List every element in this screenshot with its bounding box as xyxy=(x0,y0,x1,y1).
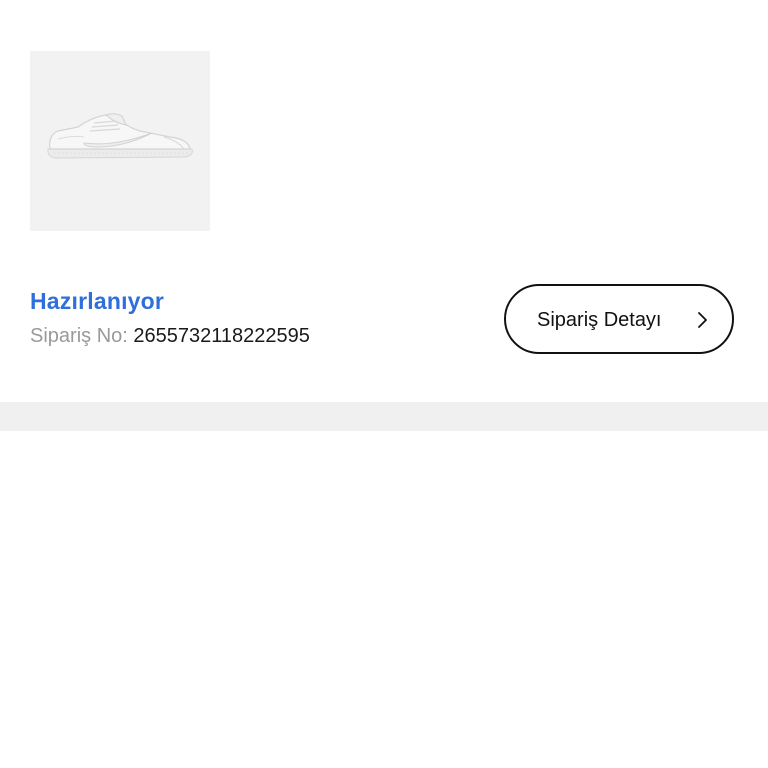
chevron-right-icon xyxy=(698,312,707,328)
order-number-label: Sipariş No: xyxy=(30,325,128,347)
order-status: Hazırlanıyor xyxy=(30,288,165,314)
order-list-page: Hazırlanıyor Sipariş No: 265573211822259… xyxy=(0,0,768,768)
sneaker-image xyxy=(47,113,193,159)
order-number: Sipariş No: 2655732118222595 xyxy=(30,325,310,348)
order-detail-button[interactable]: Sipariş Detayı xyxy=(504,284,734,354)
section-divider xyxy=(0,402,768,431)
order-detail-button-label: Sipariş Detayı xyxy=(537,309,662,331)
order-card: Hazırlanıyor Sipariş No: 265573211822259… xyxy=(0,0,768,402)
order-number-value: 2655732118222595 xyxy=(133,325,310,347)
product-thumbnail[interactable] xyxy=(30,51,210,231)
